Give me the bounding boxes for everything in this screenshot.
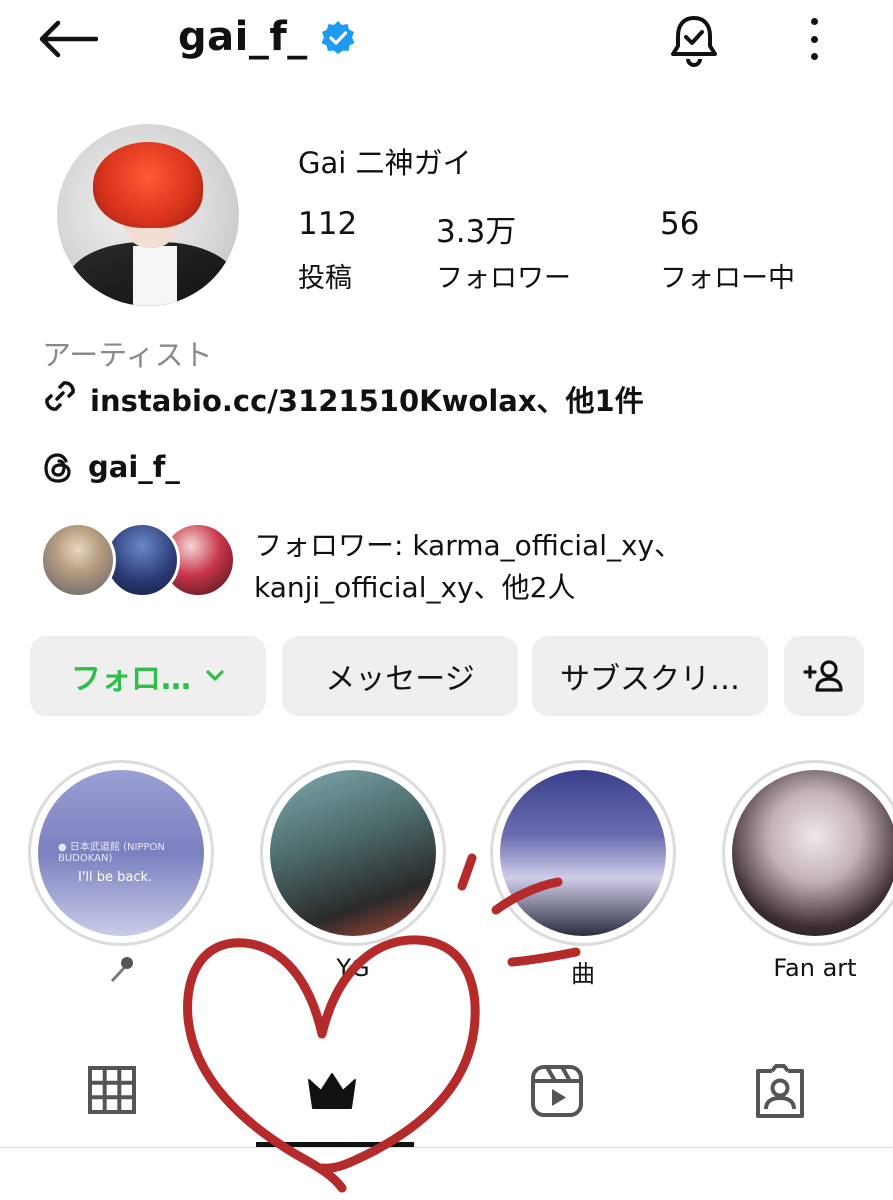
story-highlight[interactable] bbox=[490, 760, 676, 946]
subscribe-button[interactable]: サブスクリ… bbox=[532, 636, 768, 716]
bell-check-icon bbox=[671, 16, 717, 67]
more-options-button[interactable] bbox=[800, 14, 828, 64]
chevron-down-icon bbox=[206, 670, 224, 681]
add-user-icon bbox=[803, 660, 843, 692]
tab-subscriber-content[interactable] bbox=[302, 1062, 362, 1122]
followed-by-text[interactable]: フォロワー: karma_official_xy、 bbox=[254, 524, 682, 564]
followers-label[interactable]: フォロワー bbox=[436, 256, 571, 295]
tab-divider bbox=[0, 1147, 893, 1148]
posts-count[interactable]: 112 bbox=[298, 206, 357, 242]
tab-tagged[interactable] bbox=[750, 1062, 810, 1122]
story-highlight[interactable] bbox=[260, 760, 446, 946]
crown-icon bbox=[308, 1073, 356, 1109]
reels-icon bbox=[531, 1065, 583, 1117]
more-dots-icon bbox=[810, 18, 818, 25]
followers-count[interactable]: 3.3万 bbox=[436, 206, 516, 251]
highlight-label: 曲 bbox=[571, 960, 595, 988]
highlight-thumbnail: ● 日本武道館 (NIPPON BUDOKAN) I'll be back. bbox=[38, 770, 204, 936]
mutual-avatar[interactable] bbox=[40, 522, 116, 598]
highlight-thumbnail bbox=[270, 770, 436, 936]
tagged-icon bbox=[756, 1064, 804, 1118]
posts-label[interactable]: 投稿 bbox=[298, 256, 352, 295]
subscribe-button-label: サブスクリ… bbox=[560, 662, 740, 697]
back-arrow-icon bbox=[39, 20, 98, 58]
threads-icon[interactable] bbox=[40, 450, 76, 486]
link-icon bbox=[40, 376, 80, 416]
grid-icon bbox=[88, 1066, 136, 1114]
profile-avatar[interactable] bbox=[57, 124, 239, 306]
verified-badge-icon bbox=[320, 20, 356, 56]
notification-bell-button[interactable] bbox=[664, 10, 724, 70]
tab-posts-grid[interactable] bbox=[84, 1062, 144, 1122]
threads-handle[interactable]: gai_f_ bbox=[88, 450, 180, 484]
suggest-users-button[interactable] bbox=[784, 636, 864, 716]
following-button-label: フォロ… bbox=[71, 662, 191, 697]
highlight-thumbnail bbox=[500, 770, 666, 936]
tab-reels[interactable] bbox=[528, 1062, 588, 1122]
display-name: Gai 二神ガイ bbox=[298, 146, 472, 180]
highlight-label: Fan art bbox=[773, 954, 857, 982]
bio-link[interactable]: instabio.cc/3121510Kwolax、他1件 bbox=[90, 378, 644, 420]
message-button[interactable]: メッセージ bbox=[282, 636, 518, 716]
followed-by-text-2[interactable]: kanji_official_xy、他2人 bbox=[254, 566, 575, 606]
back-button[interactable] bbox=[36, 14, 102, 64]
following-label[interactable]: フォロー中 bbox=[660, 256, 795, 295]
story-highlight[interactable] bbox=[722, 760, 893, 946]
story-highlight[interactable]: ● 日本武道館 (NIPPON BUDOKAN) I'll be back. bbox=[28, 760, 214, 946]
highlight-label: YG bbox=[336, 954, 370, 982]
profile-category: アーティスト bbox=[42, 338, 213, 372]
highlight-thumbnail bbox=[732, 770, 893, 936]
following-button[interactable]: フォロ… bbox=[30, 636, 266, 716]
microphone-icon bbox=[111, 957, 133, 982]
message-button-label: メッセージ bbox=[325, 662, 475, 697]
profile-username: gai_f_ bbox=[178, 14, 308, 60]
highlight-label bbox=[28, 954, 214, 992]
following-count[interactable]: 56 bbox=[660, 206, 699, 242]
